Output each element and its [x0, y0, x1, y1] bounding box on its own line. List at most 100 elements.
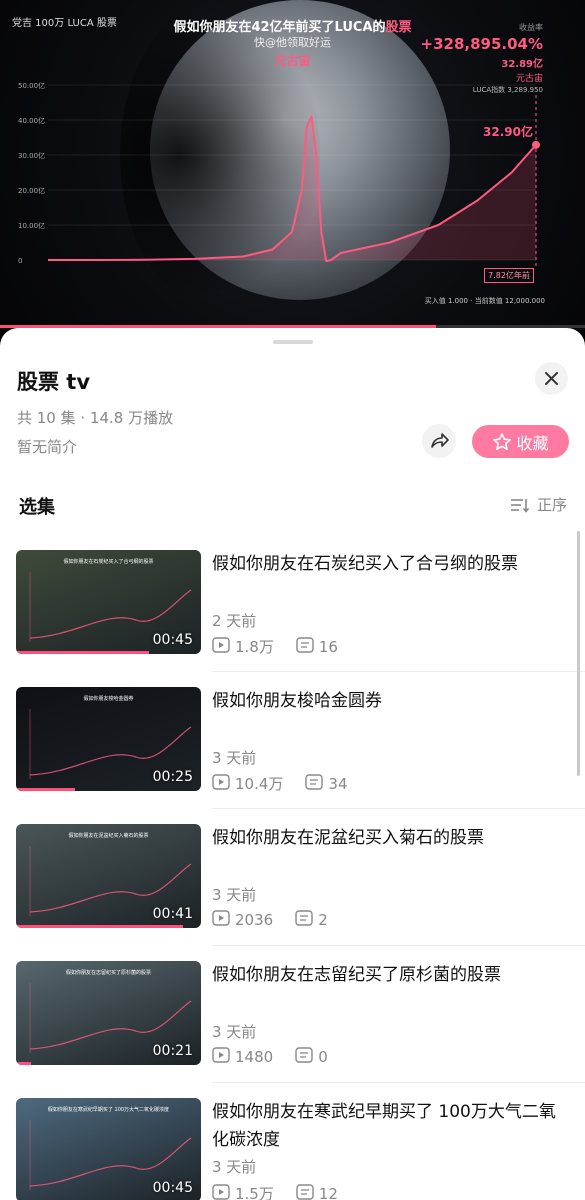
play-count-icon	[212, 910, 230, 930]
episode-title[interactable]: 假如你朋友在泥盆纪买入菊石的股票	[212, 824, 567, 852]
episode-thumbnail[interactable]: 假如你朋友在志留纪买了原杉菌的股票 00:21	[16, 961, 201, 1065]
episode-thumbnail[interactable]: 假如你朋友在石炭纪买入了合弓纲的股票 00:45	[16, 550, 201, 654]
episode-duration: 00:25	[152, 769, 193, 785]
close-button[interactable]	[535, 362, 568, 395]
chart-end-label: 32.90亿	[483, 125, 533, 139]
episode-stats: 1.5万 12	[212, 1183, 338, 1200]
episode-comments: 12	[318, 1184, 338, 1200]
episode-time: 3 天前	[212, 1023, 257, 1041]
episode-duration: 00:21	[152, 1043, 193, 1059]
divider	[212, 1082, 585, 1083]
episode-thumbnail[interactable]: 假如你朋友在泥盆纪买入菊石的股票 00:41	[16, 824, 201, 928]
comment-icon	[305, 773, 324, 794]
episode-title[interactable]: 假如你朋友在寒武纪早期买了 100万大气二氧化碳浓度	[212, 1098, 567, 1154]
episode-thumbnail[interactable]: 假如你朋友在寒武纪早期买了 100万大气二氧化碳浓度 00:45	[16, 1098, 201, 1200]
playlist-sheet: 股票 tv 共 10 集 · 14.8 万播放 暂无简介 收藏 选集 正序 假如…	[0, 328, 585, 1200]
play-count-icon	[212, 636, 230, 657]
divider	[212, 808, 585, 809]
episode-stats: 1480 0	[212, 1047, 328, 1067]
episode-views: 2036	[235, 911, 274, 929]
close-icon	[545, 372, 558, 385]
y-tick-label: 0	[18, 257, 22, 265]
episode-time: 3 天前	[212, 749, 257, 767]
favorite-label: 收藏	[516, 433, 549, 453]
watch-progress	[16, 1062, 31, 1065]
episode-item[interactable]: 假如你朋友梭哈金圆券 00:25 假如你朋友梭哈金圆券 3 天前 10.4万 34	[0, 687, 585, 824]
playlist-intro: 暂无简介	[17, 438, 78, 456]
return-percent: +328,895.04%	[420, 35, 544, 53]
episodes-section-title: 选集	[19, 497, 55, 518]
episode-item[interactable]: 假如你朋友在寒武纪早期买了 100万大气二氧化碳浓度 00:45 假如你朋友在寒武纪…	[0, 1098, 585, 1200]
watch-progress	[16, 651, 150, 654]
favorite-button[interactable]: 收藏	[472, 425, 569, 458]
thumbnail-title: 假如你朋友在石炭纪买入了合弓纲的股票	[63, 559, 154, 565]
scrollbar[interactable]	[577, 531, 580, 776]
sort-icon	[510, 498, 529, 513]
episode-comments: 2	[318, 911, 328, 929]
y-tick-label: 10.00亿	[18, 221, 45, 230]
episode-views: 1.5万	[235, 1185, 274, 1200]
y-tick-label: 30.00亿	[18, 151, 45, 160]
drag-handle[interactable]	[273, 340, 313, 344]
thumbnail-title: 假如你朋友在泥盆纪买入菊石的股票	[68, 833, 149, 839]
episode-views: 1480	[235, 1048, 274, 1066]
sort-toggle[interactable]: 正序	[509, 494, 567, 515]
episode-duration: 00:41	[152, 906, 193, 922]
stats-era: 元古宙	[515, 74, 543, 84]
episode-views: 1.8万	[235, 638, 274, 656]
episode-stats: 1.8万 16	[212, 636, 338, 657]
play-count-icon	[212, 1047, 230, 1067]
y-tick-label: 50.00亿	[18, 81, 45, 90]
episode-stats: 2036 2	[212, 910, 328, 930]
comment-icon	[296, 636, 314, 657]
series-area	[48, 116, 536, 262]
episode-time: 2 天前	[212, 612, 257, 630]
episode-views: 10.4万	[235, 775, 284, 793]
episode-item[interactable]: 假如你朋友在石炭纪买入了合弓纲的股票 00:45 假如你朋友在石炭纪买入了合弓纲的股…	[0, 550, 585, 687]
divider	[212, 945, 585, 946]
episode-item[interactable]: 假如你朋友在泥盆纪买入菊石的股票 00:41 假如你朋友在泥盆纪买入菊石的股票 3 天…	[0, 824, 585, 961]
comment-icon	[295, 1047, 313, 1067]
watch-progress	[16, 788, 76, 791]
comment-icon	[296, 1183, 314, 1200]
episode-title[interactable]: 假如你朋友在石炭纪买入了合弓纲的股票	[212, 550, 567, 578]
episode-stats: 10.4万 34	[212, 773, 348, 794]
episode-duration: 00:45	[152, 632, 193, 648]
time-marker: 7.82亿年前	[484, 268, 534, 283]
video-player[interactable]: 50.00亿 40.00亿 30.00亿 20.00亿 10.00亿 0 党吉 100万 …	[0, 0, 585, 330]
episode-time: 3 天前	[212, 1158, 257, 1176]
share-button[interactable]	[422, 424, 456, 458]
thumbnail-title: 假如你朋友在寒武纪早期买了 100万大气二氧化碳浓度	[47, 1107, 170, 1113]
episode-thumbnail[interactable]: 假如你朋友梭哈金圆券 00:25	[16, 687, 201, 791]
thumbnail-title: 假如你朋友梭哈金圆券	[83, 696, 134, 702]
episode-time: 3 天前	[212, 886, 257, 904]
y-tick-label: 40.00亿	[18, 116, 45, 125]
index-value: LUCA指数 3,289.950	[472, 86, 543, 94]
return-stats: 收益率 +328,895.04% 32.89亿 元古宙 LUCA指数 3,289…	[421, 22, 544, 95]
watch-progress	[16, 925, 183, 928]
playlist-meta: 共 10 集 · 14.8 万播放	[17, 409, 174, 427]
star-icon	[493, 432, 512, 450]
episode-duration: 00:45	[152, 1180, 193, 1196]
current-value: 32.89亿	[501, 59, 543, 70]
play-count-icon	[212, 773, 230, 794]
end-point	[532, 140, 540, 149]
episode-item[interactable]: 假如你朋友在志留纪买了原杉菌的股票 00:21 假如你朋友在志留纪买了原杉菌的股票 3…	[0, 961, 585, 1098]
share-icon	[431, 433, 449, 448]
video-title-prefix: 假如你朋友在42亿年前买了LUCA的	[173, 20, 386, 35]
episode-comments: 34	[328, 774, 348, 793]
video-title-highlight: 股票	[385, 20, 412, 35]
comment-icon	[295, 910, 313, 930]
buy-info: 买入值 1.000 · 当前数值 12,000.000	[424, 297, 545, 305]
episode-comments: 0	[318, 1048, 328, 1066]
thumbnail-title: 假如你朋友在志留纪买了原杉菌的股票	[65, 970, 151, 976]
episode-title[interactable]: 假如你朋友梭哈金圆券	[212, 687, 567, 715]
episode-comments: 16	[318, 637, 338, 656]
sort-label: 正序	[536, 496, 567, 514]
episode-title[interactable]: 假如你朋友在志留纪买了原杉菌的股票	[212, 961, 567, 989]
y-tick-label: 20.00亿	[18, 186, 45, 195]
playlist-title: 股票 tv	[17, 370, 91, 394]
divider	[212, 671, 585, 672]
play-count-icon	[212, 1183, 230, 1200]
return-label: 收益率	[519, 23, 543, 32]
